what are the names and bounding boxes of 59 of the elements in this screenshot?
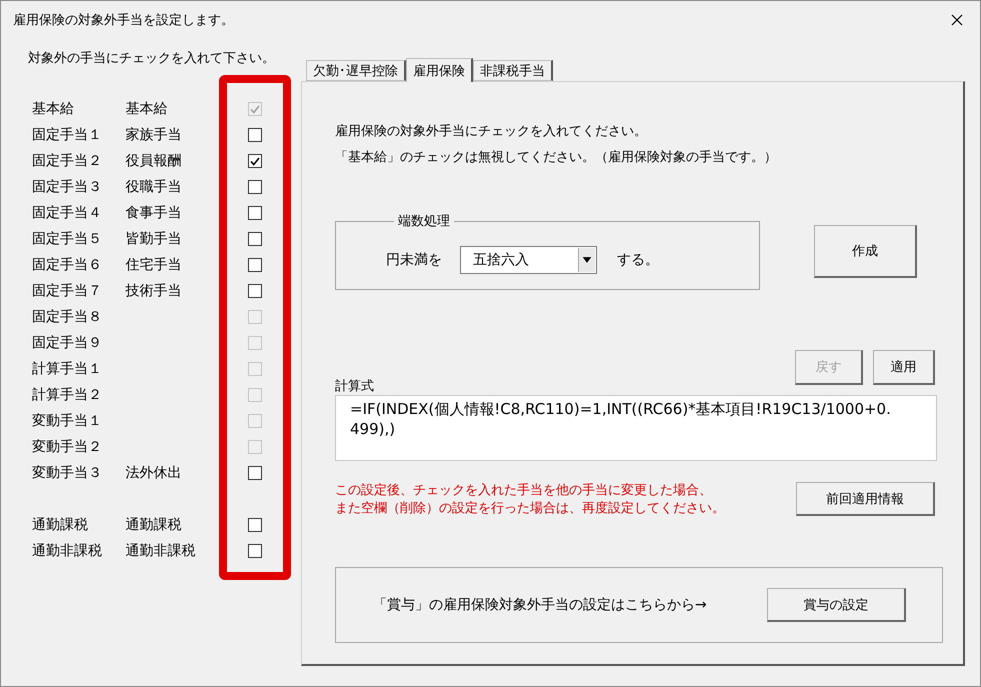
- checkbox[interactable]: [248, 284, 262, 298]
- checkbox[interactable]: [248, 232, 262, 246]
- checkbox[interactable]: [248, 544, 262, 558]
- checkbox[interactable]: [248, 258, 262, 272]
- allowance-name: 役員報酬: [126, 152, 182, 170]
- checkbox[interactable]: [248, 518, 262, 532]
- allowance-name: 住宅手当: [126, 256, 182, 274]
- allowance-slot: 通勤非課税: [32, 542, 126, 560]
- checkbox[interactable]: [248, 466, 262, 480]
- formula-field[interactable]: =IF(INDEX(個人情報!C8,RC110)=1,INT((RC66)*基本項目!R19C13/1000+0.499),): [335, 395, 937, 461]
- warning-text: この設定後、チェックを入れた手当を他の手当に変更した場合、: [335, 482, 713, 499]
- allowance-slot: 固定手当１: [32, 126, 126, 144]
- allowance-slot: 固定手当５: [32, 230, 126, 248]
- allowance-name: 役職手当: [126, 178, 182, 196]
- allowance-slot: 基本給: [32, 100, 126, 118]
- window-title: 雇用保険の対象外手当を設定します。: [13, 12, 234, 29]
- allowance-slot: 変動手当１: [32, 412, 138, 430]
- checkbox[interactable]: [248, 206, 262, 220]
- warning-text: また空欄（削除）の設定を行った場合は、再度設定してください。: [335, 500, 725, 517]
- group-legend: 端数処理: [394, 212, 454, 230]
- rounding-dropdown[interactable]: 五捨六入: [460, 246, 597, 274]
- allowance-name: 法外休出: [126, 464, 182, 482]
- allowance-slot: 固定手当２: [32, 152, 126, 170]
- allowance-slot: 固定手当８: [32, 308, 138, 326]
- formula-label: 計算式: [335, 378, 375, 395]
- rounding-label: 円未満を: [386, 250, 442, 268]
- allowance-name: 皆勤手当: [126, 230, 182, 248]
- allowance-name: 通勤非課税: [126, 542, 196, 560]
- allowance-slot: 変動手当２: [32, 438, 138, 456]
- description-text: 「基本給」のチェックは無視してください。（雇用保険対象の手当です。）: [335, 149, 778, 167]
- allowance-name: 食事手当: [126, 204, 182, 222]
- allowance-slot: 通勤課税: [32, 516, 126, 534]
- allowance-slot: 固定手当９: [32, 334, 138, 352]
- previous-settings-button[interactable]: 前回適用情報: [796, 482, 935, 516]
- checkbox[interactable]: [248, 154, 262, 168]
- checkbox[interactable]: [248, 128, 262, 142]
- rounding-suffix: する。: [617, 250, 659, 268]
- allowance-name: 基本給: [126, 100, 168, 118]
- close-icon: [951, 14, 963, 26]
- apply-button[interactable]: 適用: [873, 350, 935, 385]
- tab[interactable]: 非課税手当: [473, 60, 553, 81]
- bonus-text: 「賞与」の雇用保険対象外手当の設定はこちらから→: [373, 596, 707, 614]
- allowance-slot: 計算手当１: [32, 360, 138, 378]
- allowance-name: 通勤課税: [126, 516, 182, 534]
- instruction-text: 対象外の手当にチェックを入れて下さい。: [28, 50, 276, 68]
- allowance-slot: 変動手当３: [32, 464, 126, 482]
- allowance-slot: 固定手当６: [32, 256, 126, 274]
- tab[interactable]: 雇用保険: [406, 58, 473, 82]
- allowance-name: 技術手当: [126, 282, 182, 300]
- allowance-slot: 計算手当２: [32, 386, 138, 404]
- allowance-slot: 固定手当３: [32, 178, 126, 196]
- checkbox[interactable]: [248, 180, 262, 194]
- description-text: 雇用保険の対象外手当にチェックを入れてください。: [335, 123, 648, 141]
- allowance-slot: 固定手当４: [32, 204, 126, 222]
- allowance-slot: 固定手当７: [32, 282, 126, 300]
- create-button[interactable]: 作成: [814, 224, 917, 278]
- bonus-settings-button[interactable]: 賞与の設定: [767, 588, 906, 622]
- allowance-name: 家族手当: [126, 126, 182, 144]
- tab[interactable]: 欠勤･遅早控除: [306, 60, 406, 81]
